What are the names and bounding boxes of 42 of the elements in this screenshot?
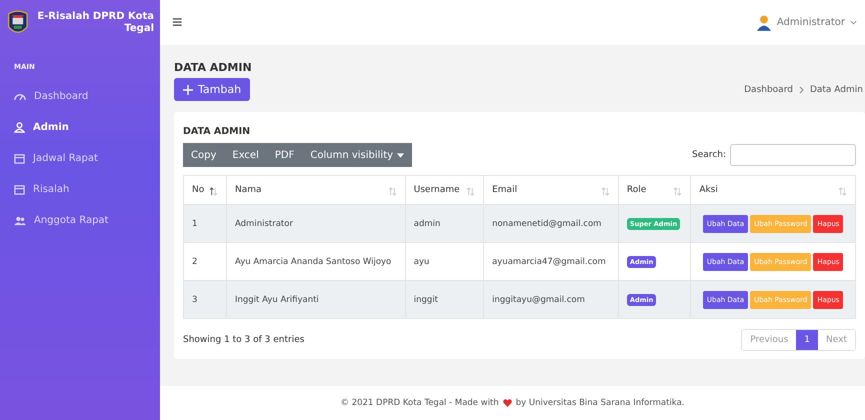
chevron-icon (798, 86, 804, 94)
table-cell: inggit (405, 280, 484, 318)
table-cell: admin (405, 204, 484, 242)
page-button[interactable]: 1 (796, 330, 818, 350)
column-header[interactable]: No (184, 176, 226, 204)
table-cell: nonamenetid@gmail.com (484, 204, 618, 242)
user-icon (14, 122, 25, 133)
plus-icon (183, 84, 193, 94)
nav-item[interactable]: Admin (0, 112, 160, 143)
table-cell: Inggit Ayu Arifiyanti (226, 280, 406, 318)
search-label: Search: (692, 150, 726, 160)
column-header[interactable]: Aksi (690, 176, 856, 204)
caret-icon (397, 152, 404, 158)
column-header[interactable]: Nama (226, 176, 406, 204)
table-cell: 1 (184, 204, 226, 242)
nav-item[interactable]: Risalah (0, 174, 160, 205)
nav-item[interactable]: Jadwal Rapat (0, 143, 160, 174)
table-cell: inggitayu@gmail.com (484, 280, 618, 318)
add-button[interactable]: Tambah (174, 78, 250, 101)
breadcrumb-current: Data Admin (810, 85, 863, 95)
footer-text: © 2021 DPRD Kota Tegal - Made with (340, 398, 499, 408)
table-cell: 3 (184, 280, 226, 318)
entries-info: Showing 1 to 3 of 3 entries (183, 335, 304, 345)
users-icon (14, 216, 26, 226)
calendar-icon (14, 153, 25, 164)
column-header[interactable]: Email (484, 176, 618, 204)
calendar-icon (14, 184, 25, 195)
search-field[interactable] (730, 144, 856, 166)
card-title: DATA ADMIN (183, 126, 252, 137)
footer-text: by Universitas Bina Sarana Informatika. (516, 398, 684, 408)
menu-button[interactable]: ≡ (172, 12, 183, 33)
heart-icon (502, 399, 512, 407)
user-menu[interactable]: Administrator (776, 17, 857, 28)
breadcrumb-link[interactable]: Dashboard (744, 85, 793, 95)
page-title: DATA ADMIN (174, 61, 252, 74)
nav-item[interactable]: Dashboard (0, 81, 160, 112)
nav-item[interactable]: Anggota Rapat (0, 205, 160, 236)
table-cell: Administrator (226, 204, 406, 242)
gauge-icon (14, 92, 26, 101)
app-title: E-Risalah DPRD Kota Tegal (36, 10, 154, 34)
user-avatar-icon (756, 14, 771, 30)
caret-icon (850, 20, 857, 25)
